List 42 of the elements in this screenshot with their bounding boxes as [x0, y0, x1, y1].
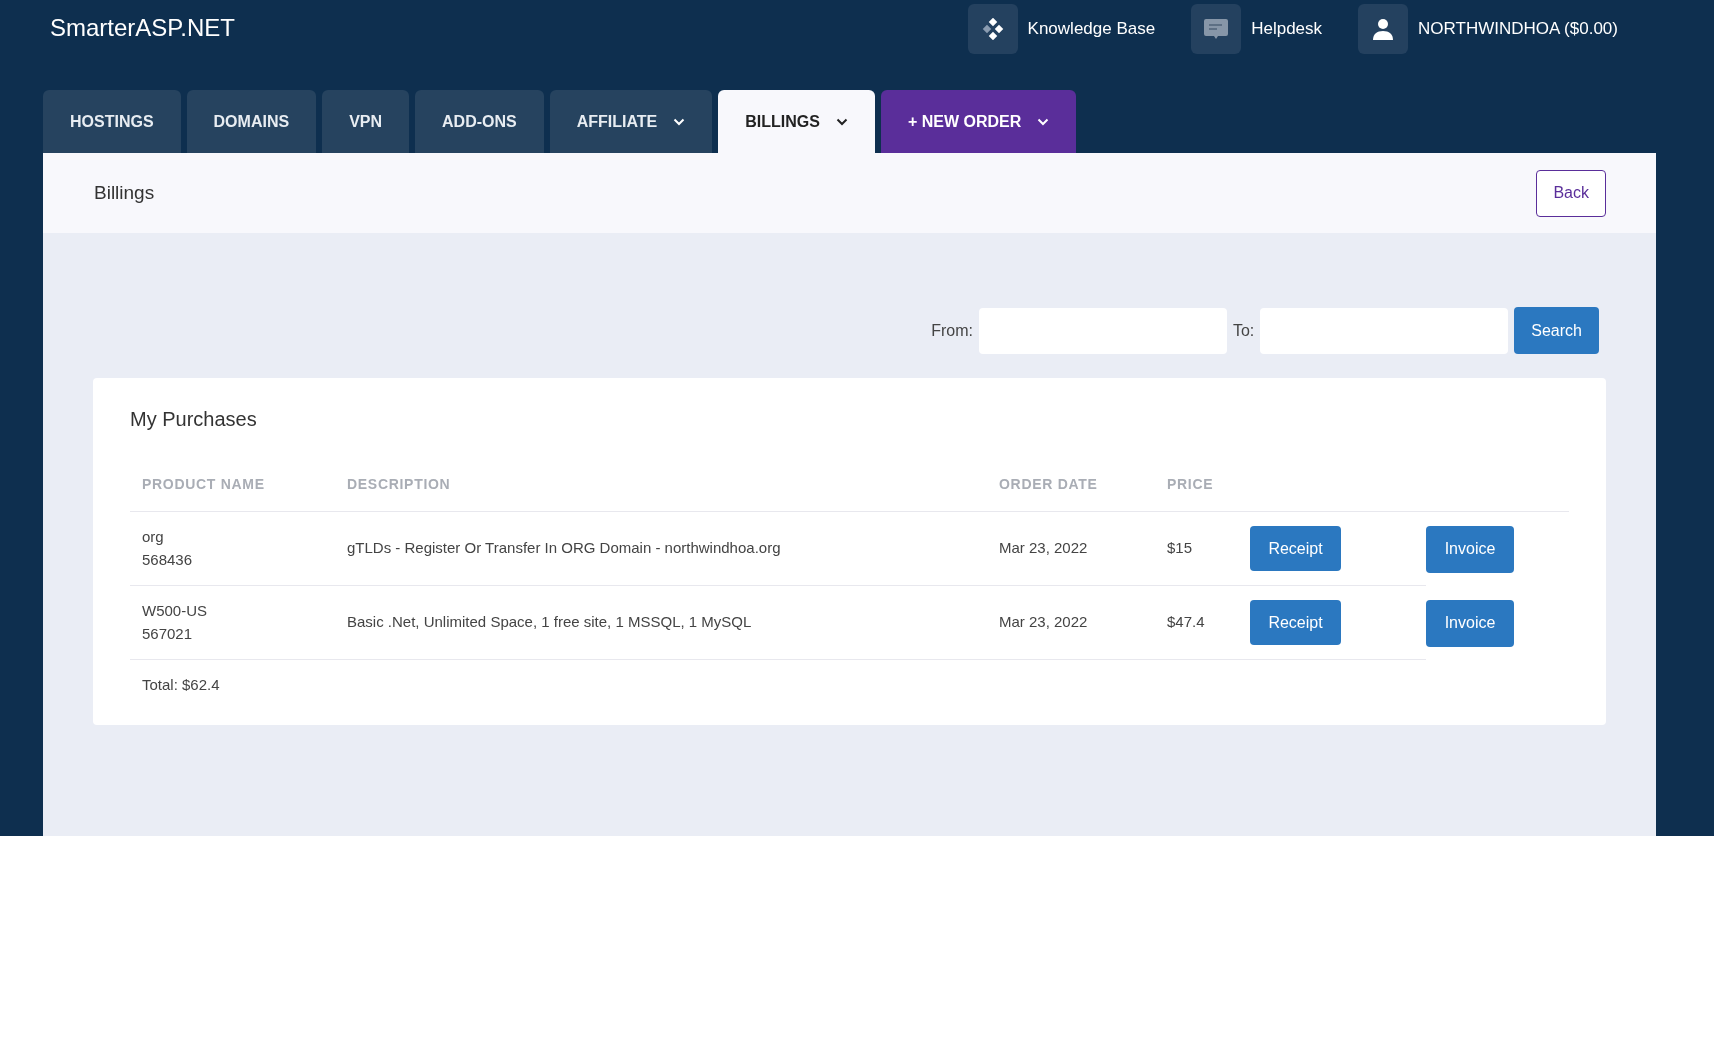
chat-bubble-icon	[1203, 17, 1230, 41]
nav-tab[interactable]: + NEW ORDER	[880, 90, 1077, 153]
description-cell-text: gTLDs - Register Or Transfer In ORG Domain - northwindhoa.org	[347, 538, 781, 559]
nav-tab[interactable]: HOSTINGS	[43, 90, 181, 153]
product-id: 567021	[142, 623, 194, 644]
diamond-dots-icon	[981, 18, 1004, 40]
invoice-button[interactable]: Invoice	[1426, 599, 1514, 647]
receipt-button[interactable]: Receipt	[1250, 600, 1341, 645]
to-label: To:	[1232, 320, 1255, 341]
top-nav-link[interactable]: Knowledge Base	[967, 4, 1156, 54]
search-button[interactable]: Search	[1514, 307, 1599, 354]
nav-tab[interactable]: DOMAINS	[186, 90, 317, 153]
column-header: DESCRIPTION	[335, 474, 987, 512]
nav-tab[interactable]: ADD-ONS	[415, 90, 544, 153]
product-id: 568436	[142, 549, 194, 570]
nav-tab[interactable]: BILLINGS	[718, 90, 875, 153]
column-header: PRICE	[1155, 474, 1248, 512]
total-text: Total: $62.4	[141, 675, 221, 695]
price-cell-text: $47.4	[1167, 612, 1205, 633]
nav-label: Knowledge Base	[1027, 18, 1156, 41]
column-header: ORDER DATE	[987, 474, 1155, 512]
nav-label: Helpdesk	[1251, 18, 1323, 41]
top-nav-link[interactable]: NORTHWINDHOA ($0.00)	[1358, 4, 1618, 54]
nav-tab[interactable]: VPN	[322, 90, 410, 153]
column-header: PRODUCT NAME	[130, 474, 335, 512]
invoice-button[interactable]: Invoice	[1426, 525, 1514, 573]
card-title: My Purchases	[130, 407, 258, 432]
nav-tab[interactable]: AFFILIATE	[549, 90, 713, 153]
product-name: org	[142, 527, 165, 547]
brand-logo[interactable]: SmarterASP.NET	[50, 10, 235, 46]
description-cell-text: Basic .Net, Unlimited Space, 1 free site, 1 MSSQL, 1 MySQL	[347, 612, 752, 633]
product-name: W500-US	[142, 601, 209, 621]
top-nav-link[interactable]: Helpdesk	[1191, 4, 1323, 54]
back-button[interactable]: Back	[1536, 169, 1606, 217]
from-label: From:	[931, 320, 973, 341]
user-icon	[1371, 17, 1396, 41]
receipt-button[interactable]: Receipt	[1250, 526, 1341, 571]
order-date-cell-text: Mar 23, 2022	[999, 612, 1088, 633]
order-date-cell-text: Mar 23, 2022	[999, 538, 1088, 559]
page-title: Billings	[94, 180, 155, 205]
price-cell-text: $15	[1167, 538, 1193, 559]
nav-label: NORTHWINDHOA ($0.00)	[1418, 18, 1618, 41]
